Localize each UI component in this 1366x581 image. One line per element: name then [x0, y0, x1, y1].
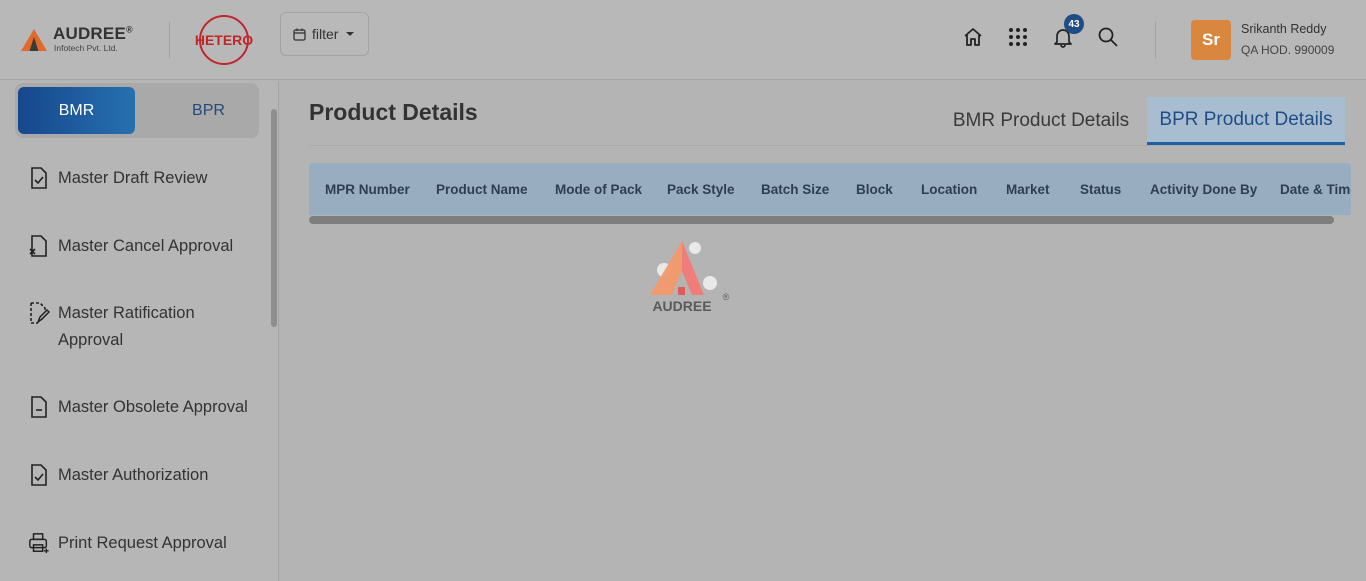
svg-text:HETERO: HETERO	[195, 32, 253, 48]
table-header: MPR Number Product Name Mode of Pack Pac…	[309, 163, 1351, 215]
search-icon[interactable]	[1095, 24, 1121, 50]
sidebar-item-master-draft-review[interactable]: Master Draft Review	[28, 165, 263, 192]
column-header[interactable]: Status	[1080, 163, 1121, 215]
brand-name: AUDREE®	[53, 24, 133, 43]
calendar-icon	[293, 28, 306, 41]
chevron-down-icon	[346, 32, 355, 36]
apps-grid-icon[interactable]	[1005, 24, 1031, 50]
user-role: QA HOD. 990009	[1241, 43, 1335, 57]
tabs-divider	[309, 145, 1345, 146]
table-horizontal-scrollbar[interactable]	[309, 216, 1334, 224]
toggle-bmr-button[interactable]: BMR	[18, 87, 135, 134]
svg-text:®: ®	[723, 292, 730, 302]
document-cancel-icon	[28, 233, 50, 259]
user-name: Srikanth Reddy	[1241, 22, 1327, 36]
document-edit-icon	[28, 300, 50, 326]
bmr-bpr-toggle: BMR BPR	[15, 83, 259, 138]
document-minus-icon	[28, 394, 50, 420]
sidebar-item-label: Master Draft Review	[58, 169, 208, 187]
sidebar-item-print-request-approval[interactable]: Print Request Approval	[28, 530, 263, 557]
sidebar-item-master-ratification-approval[interactable]: Master Ratification Approval	[28, 300, 263, 354]
sidebar-item-label: Master Ratification Approval	[58, 304, 195, 349]
document-check-icon	[28, 165, 50, 191]
sidebar-item-master-obsolete-approval[interactable]: Master Obsolete Approval	[28, 394, 263, 421]
home-icon[interactable]	[960, 24, 986, 50]
audree-logo-mark-icon	[21, 29, 47, 51]
column-header[interactable]: Product Name	[436, 163, 528, 215]
column-header[interactable]: Market	[1006, 163, 1050, 215]
sidebar: BMR BPR Master Draft Review Master Cance…	[0, 81, 279, 581]
column-header[interactable]: MPR Number	[325, 163, 410, 215]
header-divider	[1155, 22, 1156, 58]
sidebar-item-label: Print Request Approval	[58, 534, 227, 552]
top-header: AUDREE® Infotech Pvt. Ltd. HETERO filter…	[0, 0, 1366, 80]
brand-subtitle: Infotech Pvt. Ltd.	[54, 43, 118, 53]
column-header[interactable]: Activity Done By	[1150, 163, 1257, 215]
audree-logo[interactable]: AUDREE® Infotech Pvt. Ltd.	[20, 22, 150, 58]
sidebar-item-master-authorization[interactable]: Master Authorization	[28, 462, 263, 489]
column-header[interactable]: Date & Time	[1280, 163, 1351, 215]
sidebar-item-label: Master Obsolete Approval	[58, 398, 248, 416]
column-header[interactable]: Mode of Pack	[555, 163, 642, 215]
sidebar-item-label: Master Authorization	[58, 466, 209, 484]
svg-text:AUDREE: AUDREE	[652, 298, 711, 314]
loading-spinner: AUDREE ®	[644, 238, 736, 318]
tab-bpr-product-details[interactable]: BPR Product Details	[1147, 97, 1345, 145]
avatar[interactable]: Sr	[1191, 20, 1231, 60]
header-divider	[169, 22, 170, 58]
sidebar-scrollbar[interactable]	[271, 109, 277, 327]
notification-badge: 43	[1064, 14, 1084, 34]
document-check-icon	[28, 462, 50, 488]
filter-dropdown[interactable]: filter	[280, 12, 369, 56]
printer-icon	[28, 530, 50, 556]
page-title: Product Details	[309, 99, 478, 125]
column-header[interactable]: Block	[856, 163, 893, 215]
tab-bmr-product-details[interactable]: BMR Product Details	[940, 97, 1142, 145]
sidebar-item-master-cancel-approval[interactable]: Master Cancel Approval	[28, 233, 263, 260]
column-header[interactable]: Location	[921, 163, 977, 215]
client-logo: HETERO	[193, 14, 255, 66]
sidebar-item-label: Master Cancel Approval	[58, 237, 234, 255]
column-header[interactable]: Pack Style	[667, 163, 735, 215]
filter-label: filter	[312, 26, 339, 42]
toggle-bpr-button[interactable]: BPR	[150, 87, 267, 134]
column-header[interactable]: Batch Size	[761, 163, 829, 215]
